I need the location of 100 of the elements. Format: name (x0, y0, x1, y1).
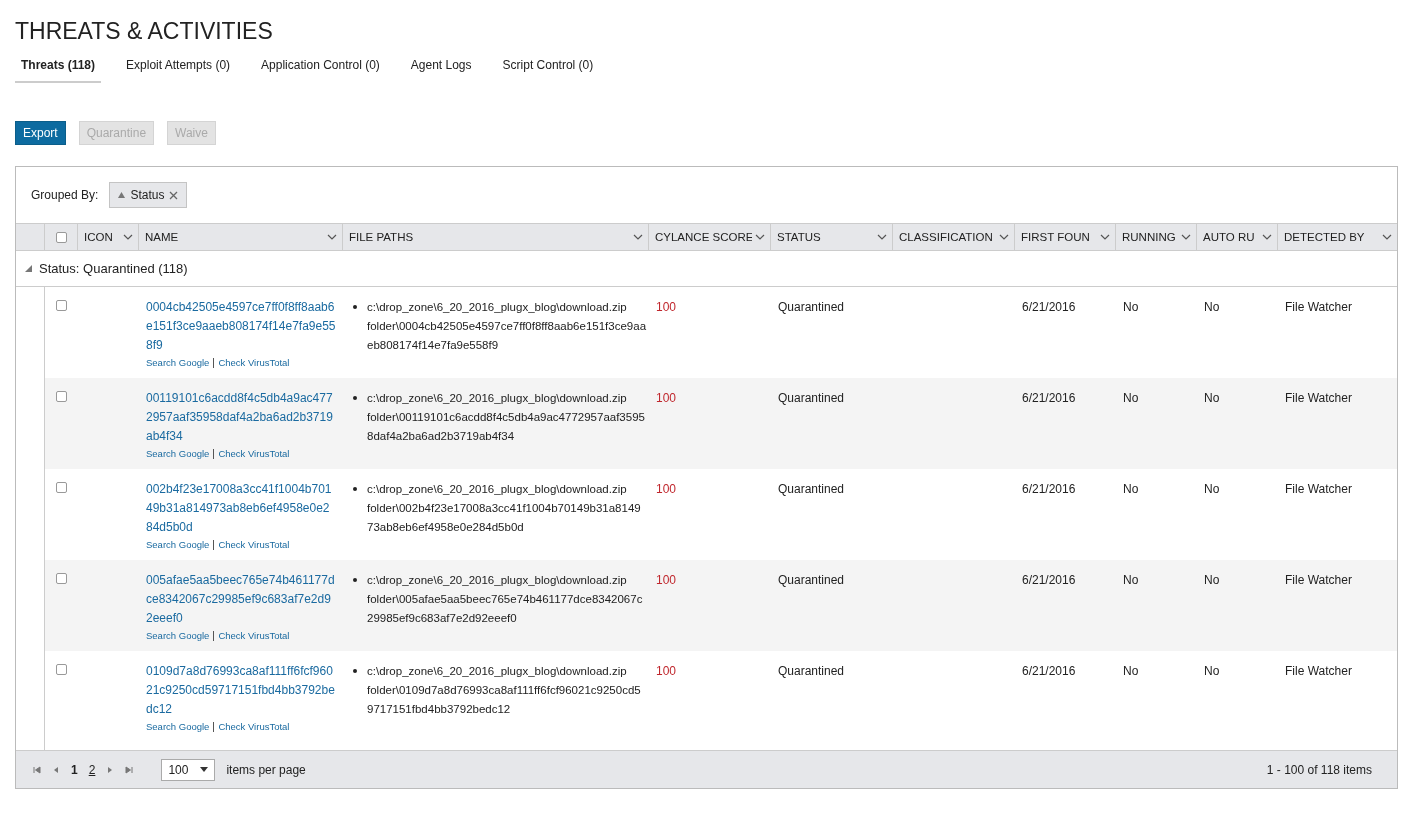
file-path: c:\drop_zone\6_20_2016_plugx_blog\download.zip folder\0004cb42505e4597ce7ff0f8ff8aab6e151f3ce9aaeb808174f14e7fa9e558f9 (367, 300, 647, 353)
table-cell: Quarantined (778, 391, 845, 405)
table-cell: 6/21/2016 (1022, 300, 1076, 314)
bullet-icon (353, 487, 357, 491)
sort-up-icon[interactable] (118, 192, 126, 198)
bullet-icon (353, 578, 357, 582)
table-cell: 100 (656, 482, 677, 496)
page-title: THREATS & ACTIVITIES (15, 17, 274, 42)
table-row[interactable] (45, 560, 1397, 651)
column-header[interactable]: RUNNING (1115, 224, 1196, 250)
row-checkbox[interactable] (56, 664, 67, 675)
table-cell: 100 (656, 573, 677, 587)
column-header[interactable]: AUTO RU (1196, 224, 1277, 250)
chevron-down-icon[interactable] (123, 234, 133, 240)
table-cell: No (1204, 391, 1220, 405)
check-virustotal-link[interactable]: Check VirusTotal (218, 721, 290, 732)
file-path: c:\drop_zone\6_20_2016_plugx_blog\download.zip folder\005afae5aa5beec765e74b461177dce8342067c29985ef9c683af7e2d92eeef0 (367, 573, 644, 626)
table-cell: File Watcher (1285, 482, 1352, 496)
table-cell: No (1123, 482, 1139, 496)
page-link[interactable]: 1 (71, 762, 78, 777)
row-checkbox[interactable] (56, 573, 67, 584)
page-size-dropdown[interactable]: 100 (161, 758, 216, 781)
table-cell: No (1123, 573, 1139, 587)
table-cell: Quarantined (778, 482, 845, 496)
action-button[interactable]: Export (15, 121, 66, 145)
group-chip[interactable]: Status (109, 182, 188, 208)
column-header[interactable]: FIRST FOUN (1014, 224, 1115, 250)
table-cell: File Watcher (1285, 391, 1352, 405)
table-cell: 100 (656, 391, 677, 405)
threat-name-link[interactable]: 0004cb42505e4597ce7ff0f8ff8aab6e151f3ce9aaeb808174f14e7fa9e558f9 (146, 298, 336, 355)
table-cell: 100 (656, 664, 677, 678)
tab[interactable]: Application Control (0) (255, 56, 386, 83)
chevron-down-icon[interactable] (755, 234, 765, 240)
chip-label: Status (130, 188, 165, 202)
grouped-by-label: Grouped By: (31, 188, 99, 202)
table-cell: File Watcher (1285, 300, 1352, 314)
check-virustotal-link[interactable]: Check VirusTotal (218, 630, 290, 641)
table-cell: 6/21/2016 (1022, 482, 1076, 496)
column-header[interactable]: DETECTED BY (1277, 224, 1397, 250)
file-path: c:\drop_zone\6_20_2016_plugx_blog\download.zip folder\002b4f23e17008a3cc41f1004b70149b31a814973ab8eb6ef4958e0e284d5b0d (367, 482, 642, 535)
threat-name-link[interactable]: 005afae5aa5beec765e74b461177dce8342067c29985ef9c683af7e2d92eeef0 (146, 571, 336, 628)
chevron-down-icon[interactable] (999, 234, 1009, 240)
chevron-down-icon[interactable] (877, 234, 887, 240)
column-header[interactable]: FILE PATHS (342, 224, 648, 250)
chevron-down-icon[interactable] (1181, 234, 1191, 240)
page-link[interactable]: 2 (88, 762, 96, 777)
tab[interactable]: Agent Logs (404, 56, 478, 83)
chevron-down-icon[interactable] (1382, 234, 1392, 240)
search-google-link[interactable]: Search Google (146, 539, 210, 550)
search-google-link[interactable]: Search Google (146, 448, 210, 459)
threat-name-link[interactable]: 0109d7a8d76993ca8af111ff6fcf96021c9250cd59717151fbd4bb3792bedc12 (146, 662, 336, 719)
table-cell: File Watcher (1285, 573, 1352, 587)
search-google-link[interactable]: Search Google (146, 630, 210, 641)
tab[interactable]: Exploit Attempts (0) (120, 56, 237, 83)
chevron-down-icon[interactable] (633, 234, 643, 240)
table-cell: No (1204, 664, 1220, 678)
table-cell: 6/21/2016 (1022, 573, 1076, 587)
close-icon[interactable] (169, 190, 179, 200)
chevron-down-icon[interactable] (1100, 234, 1110, 240)
table-cell: 100 (656, 300, 677, 314)
select-all-checkbox[interactable] (55, 231, 67, 243)
table-cell: Quarantined (778, 664, 845, 678)
table-cell: No (1123, 300, 1139, 314)
collapse-triangle-icon[interactable] (25, 265, 32, 272)
chevron-down-icon[interactable] (1262, 234, 1272, 240)
items-summary: 1 - 100 of 118 items (1266, 762, 1372, 777)
check-virustotal-link[interactable]: Check VirusTotal (218, 357, 290, 368)
row-checkbox[interactable] (56, 482, 67, 493)
column-header[interactable]: STATUS (770, 224, 892, 250)
table-row[interactable] (45, 378, 1397, 469)
bullet-icon (353, 669, 357, 673)
group-label: Status: Quarantined (118) (39, 261, 188, 276)
dropdown-arrow-icon[interactable] (200, 767, 209, 772)
threat-name-link[interactable]: 002b4f23e17008a3cc41f1004b70149b31a814973ab8eb6ef4958e0e284d5b0d (146, 480, 336, 537)
previous-page-icon[interactable] (52, 765, 60, 774)
column-header[interactable]: CLASSIFICATION (892, 224, 1014, 250)
bullet-icon (353, 305, 357, 309)
first-page-icon[interactable] (33, 765, 41, 774)
table-cell: Quarantined (778, 300, 845, 314)
tab[interactable]: Threats (118) (15, 56, 102, 83)
check-virustotal-link[interactable]: Check VirusTotal (218, 448, 290, 459)
column-header[interactable]: NAME (138, 224, 342, 250)
table-cell: No (1204, 482, 1220, 496)
row-checkbox[interactable] (56, 300, 67, 311)
threat-name-link[interactable]: 00119101c6acdd8f4c5db4a9ac4772957aaf35958daf4a2ba6ad2b3719ab4f34 (146, 389, 336, 446)
row-checkbox[interactable] (56, 391, 67, 402)
table-cell: 6/21/2016 (1022, 664, 1076, 678)
table-cell: No (1204, 573, 1220, 587)
last-page-icon[interactable] (125, 765, 134, 774)
search-google-link[interactable]: Search Google (146, 357, 210, 368)
bullet-icon (353, 396, 357, 400)
file-path: c:\drop_zone\6_20_2016_plugx_blog\download.zip folder\0109d7a8d76993ca8af111ff6fcf96021c9250cd59717151fbd4bb3792bedc12 (367, 664, 642, 717)
search-google-link[interactable]: Search Google (146, 721, 210, 732)
table-cell: File Watcher (1285, 664, 1352, 678)
tab[interactable]: Script Control (0) (496, 56, 600, 83)
chevron-down-icon[interactable] (327, 234, 337, 240)
file-path: c:\drop_zone\6_20_2016_plugx_blog\download.zip folder\00119101c6acdd8f4c5db4a9ac4772957aaf35958daf4a2ba6ad2b3719ab4f34 (367, 391, 646, 444)
table-cell: No (1204, 300, 1220, 314)
column-header[interactable]: ICON (77, 224, 138, 250)
check-virustotal-link[interactable]: Check VirusTotal (218, 539, 290, 550)
